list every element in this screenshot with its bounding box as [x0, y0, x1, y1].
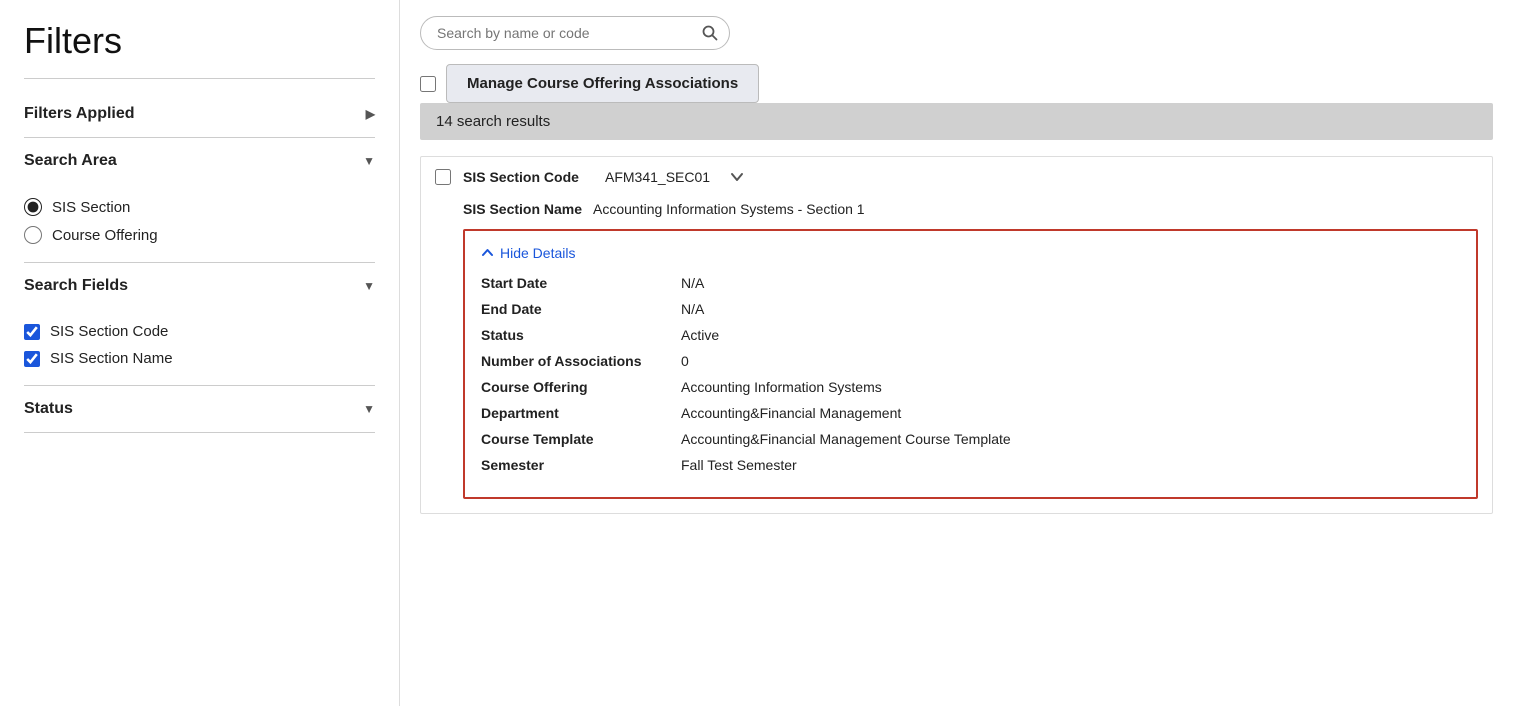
- status-header[interactable]: Status ▼: [24, 386, 375, 432]
- search-area-chevron: ▼: [363, 154, 375, 168]
- sis-section-code-label: SIS Section Code: [463, 169, 593, 185]
- hide-details-row[interactable]: Hide Details: [481, 245, 1460, 261]
- search-area-content: SIS Section Course Offering: [24, 184, 375, 262]
- course-offering-detail-label: Course Offering: [481, 379, 681, 395]
- search-fields-header[interactable]: Search Fields ▼: [24, 263, 375, 309]
- search-button[interactable]: [702, 25, 718, 41]
- department-value: Accounting&Financial Management: [681, 405, 901, 421]
- search-fields-content: SIS Section Code SIS Section Name: [24, 309, 375, 385]
- sidebar: Filters Filters Applied ▶ Search Area ▼ …: [0, 0, 400, 706]
- checkbox-sis-section-code[interactable]: SIS Section Code: [24, 323, 375, 340]
- search-area-header[interactable]: Search Area ▼: [24, 138, 375, 184]
- num-associations-label: Number of Associations: [481, 353, 681, 369]
- semester-value: Fall Test Semester: [681, 457, 797, 473]
- manage-checkbox[interactable]: [420, 76, 436, 92]
- radio-sis-section[interactable]: SIS Section: [24, 198, 375, 216]
- detail-row-end-date: End Date N/A: [481, 301, 1460, 317]
- search-area-label: Search Area: [24, 152, 117, 170]
- end-date-label: End Date: [481, 301, 681, 317]
- course-template-value: Accounting&Financial Management Course T…: [681, 431, 1011, 447]
- semester-label: Semester: [481, 457, 681, 473]
- detail-row-department: Department Accounting&Financial Manageme…: [481, 405, 1460, 421]
- start-date-value: N/A: [681, 275, 704, 291]
- detail-row-course-offering: Course Offering Accounting Information S…: [481, 379, 1460, 395]
- search-input-wrapper: [420, 16, 730, 50]
- checkbox-sis-section-code-label: SIS Section Code: [50, 323, 168, 340]
- status-detail-label: Status: [481, 327, 681, 343]
- detail-row-semester: Semester Fall Test Semester: [481, 457, 1460, 473]
- filters-applied-header[interactable]: Filters Applied ▶: [24, 91, 375, 137]
- search-fields-section: Search Fields ▼ SIS Section Code SIS Sec…: [24, 263, 375, 385]
- radio-course-offering[interactable]: Course Offering: [24, 226, 375, 244]
- manage-btn-row: Manage Course Offering Associations: [420, 64, 1493, 103]
- checkbox-sis-section-name-input[interactable]: [24, 351, 40, 367]
- radio-sis-section-input[interactable]: [24, 198, 42, 216]
- search-bar-row: [420, 16, 1493, 50]
- filters-applied-label: Filters Applied: [24, 105, 135, 123]
- result-checkbox[interactable]: [435, 169, 451, 185]
- sis-section-name-value: Accounting Information Systems - Section…: [593, 201, 865, 217]
- checkbox-sis-section-name-label: SIS Section Name: [50, 350, 173, 367]
- status-label: Status: [24, 400, 73, 418]
- sis-section-code-value: AFM341_SEC01: [605, 169, 710, 185]
- details-box: Hide Details Start Date N/A End Date N/A…: [463, 229, 1478, 499]
- course-template-label: Course Template: [481, 431, 681, 447]
- detail-row-num-associations: Number of Associations 0: [481, 353, 1460, 369]
- status-section: Status ▼: [24, 386, 375, 432]
- results-count-text: 14 search results: [436, 113, 550, 130]
- checkbox-sis-section-code-input[interactable]: [24, 324, 40, 340]
- detail-row-start-date: Start Date N/A: [481, 275, 1460, 291]
- status-chevron: ▼: [363, 402, 375, 416]
- divider-5: [24, 432, 375, 433]
- radio-sis-section-label: SIS Section: [52, 199, 130, 216]
- detail-row-status: Status Active: [481, 327, 1460, 343]
- course-offering-detail-value: Accounting Information Systems: [681, 379, 882, 395]
- search-fields-chevron: ▼: [363, 279, 375, 293]
- detail-row-course-template: Course Template Accounting&Financial Man…: [481, 431, 1460, 447]
- hide-details-icon: [481, 247, 494, 260]
- radio-course-offering-input[interactable]: [24, 226, 42, 244]
- results-bar: 14 search results: [420, 103, 1493, 140]
- search-icon: [702, 25, 718, 41]
- result-item: SIS Section Code AFM341_SEC01 SIS Sectio…: [420, 156, 1493, 514]
- filters-applied-chevron: ▶: [366, 107, 375, 121]
- sidebar-title: Filters: [24, 20, 375, 62]
- search-fields-label: Search Fields: [24, 277, 128, 295]
- filters-applied-section: Filters Applied ▶: [24, 91, 375, 137]
- num-associations-value: 0: [681, 353, 689, 369]
- start-date-label: Start Date: [481, 275, 681, 291]
- main-content: Manage Course Offering Associations 14 s…: [400, 0, 1513, 706]
- search-input[interactable]: [420, 16, 730, 50]
- expand-result-button[interactable]: [730, 170, 744, 184]
- status-detail-value: Active: [681, 327, 719, 343]
- sis-section-name-label: SIS Section Name: [463, 201, 593, 217]
- department-label: Department: [481, 405, 681, 421]
- manage-course-offering-button[interactable]: Manage Course Offering Associations: [446, 64, 759, 103]
- search-area-section: Search Area ▼ SIS Section Course Offerin…: [24, 138, 375, 262]
- hide-details-link[interactable]: Hide Details: [500, 245, 575, 261]
- radio-course-offering-label: Course Offering: [52, 227, 158, 244]
- checkbox-sis-section-name[interactable]: SIS Section Name: [24, 350, 375, 367]
- chevron-down-icon: [730, 170, 744, 184]
- result-name-row: SIS Section Name Accounting Information …: [421, 197, 1492, 229]
- divider-1: [24, 78, 375, 79]
- result-header-row: SIS Section Code AFM341_SEC01: [421, 157, 1492, 197]
- end-date-value: N/A: [681, 301, 704, 317]
